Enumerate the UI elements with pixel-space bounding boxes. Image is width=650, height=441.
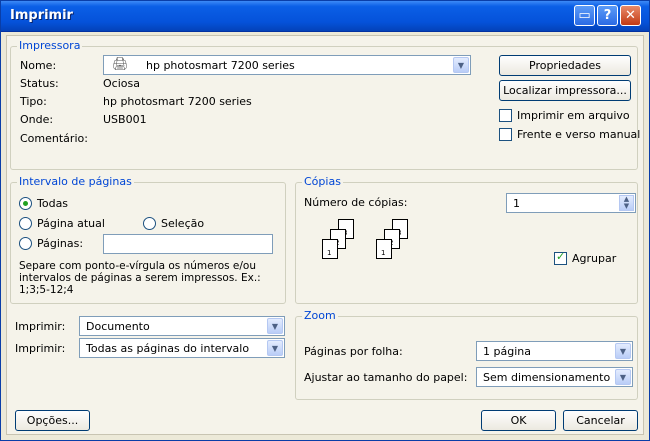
printer-group: Impressora Nome: 🖨 hp photosmart 7200 se… <box>10 39 641 170</box>
window-title: Imprimir <box>10 8 73 23</box>
copies-count-label: Número de cópias: <box>304 196 408 209</box>
page-number: 1 <box>381 249 386 257</box>
spinner-icon[interactable]: ▲ ▼ <box>619 195 634 211</box>
find-printer-button[interactable]: Localizar impressora... <box>499 80 631 101</box>
radio-selection-label: Seleção <box>161 217 205 230</box>
radio-current-page-label: Página atual <box>37 217 105 230</box>
print-range-value: Todas as páginas do intervalo <box>86 342 250 355</box>
printer-name-value: hp photosmart 7200 series <box>146 59 295 72</box>
chevron-down-icon[interactable]: ▼ <box>615 343 631 359</box>
print-to-file-label: Imprimir em arquivo <box>517 109 630 122</box>
printer-legend: Impressora <box>17 39 83 52</box>
where-value: USB001 <box>103 113 147 126</box>
print-what-select[interactable]: Documento ▼ <box>79 316 285 336</box>
status-label: Status: <box>20 77 59 90</box>
type-label: Tipo: <box>20 95 47 108</box>
page-range-group: Intervalo de páginas Todas Página atual … <box>10 175 286 304</box>
scale-value: Sem dimensionamento <box>483 371 611 384</box>
zoom-group: Zoom Páginas por folha: 1 página ▼ Ajust… <box>295 309 638 400</box>
ok-button[interactable]: OK <box>481 410 556 431</box>
comment-label: Comentário: <box>20 132 88 145</box>
radio-current-page[interactable] <box>19 217 32 230</box>
chevron-down-icon[interactable]: ▼ <box>615 369 631 385</box>
printer-icon: 🖨 <box>112 57 129 72</box>
print-range-label: Imprimir: <box>15 342 66 355</box>
scale-label: Ajustar ao tamanho do papel: <box>304 371 468 384</box>
chevron-down-icon[interactable]: ▼ <box>267 318 283 334</box>
properties-button[interactable]: Propriedades <box>499 55 631 76</box>
duplex-label: Frente e verso manual <box>517 128 641 141</box>
minimize-icon[interactable]: ▭ <box>574 5 595 26</box>
copies-count-input[interactable]: 1 ▲ ▼ <box>506 193 636 213</box>
page-range-legend: Intervalo de páginas <box>17 175 134 188</box>
chevron-down-icon[interactable]: ▼ <box>453 57 469 73</box>
help-icon[interactable]: ? <box>597 5 618 26</box>
cancel-button[interactable]: Cancelar <box>563 410 638 431</box>
collate-checkbox[interactable] <box>554 250 567 265</box>
chevron-down-icon[interactable]: ▼ <box>267 340 283 356</box>
radio-selection[interactable] <box>143 217 156 230</box>
radio-all-label: Todas <box>37 197 69 210</box>
print-to-file-checkbox[interactable] <box>499 109 512 122</box>
zoom-legend: Zoom <box>302 309 338 322</box>
type-value: hp photosmart 7200 series <box>103 95 252 108</box>
dialog-body: Impressora Nome: 🖨 hp photosmart 7200 se… <box>6 35 644 435</box>
printer-name-select[interactable]: 🖨 hp photosmart 7200 series ▼ <box>103 55 471 75</box>
copies-group: Cópias Número de cópias: 1 ▲▼ 3 2 1 3 2 … <box>295 175 638 304</box>
collate-page-icon: 1 <box>322 239 338 259</box>
pages-input[interactable] <box>103 234 273 254</box>
where-label: Onde: <box>20 113 54 126</box>
radio-pages[interactable] <box>19 237 32 250</box>
pages-per-sheet-select[interactable]: 1 página ▼ <box>476 341 633 361</box>
radio-all[interactable] <box>19 197 32 210</box>
print-dialog: Imprimir ▭ ? ✕ Impressora Nome: 🖨 hp pho… <box>0 0 650 441</box>
radio-pages-label: Páginas: <box>37 237 84 250</box>
collate-label: Agrupar <box>572 252 617 265</box>
print-what-label: Imprimir: <box>15 320 66 333</box>
close-icon[interactable]: ✕ <box>620 5 641 26</box>
title-bar[interactable]: Imprimir ▭ ? ✕ <box>1 1 649 32</box>
page-number: 1 <box>327 249 332 257</box>
options-button[interactable]: Opções... <box>15 410 90 431</box>
copies-legend: Cópias <box>302 175 343 188</box>
collate-page-icon: 1 <box>376 239 392 259</box>
print-what-value: Documento <box>86 320 150 333</box>
page-range-hint: Separe com ponto-e-vírgula os números e/… <box>19 260 261 296</box>
print-range-select[interactable]: Todas as páginas do intervalo ▼ <box>79 338 285 358</box>
scale-select[interactable]: Sem dimensionamento ▼ <box>476 367 633 387</box>
pages-per-sheet-value: 1 página <box>483 345 531 358</box>
copies-count-value: 1 <box>513 197 520 210</box>
duplex-checkbox[interactable] <box>499 128 512 141</box>
pages-per-sheet-label: Páginas por folha: <box>304 345 403 358</box>
printer-name-label: Nome: <box>20 59 57 72</box>
status-value: Ociosa <box>103 77 140 90</box>
